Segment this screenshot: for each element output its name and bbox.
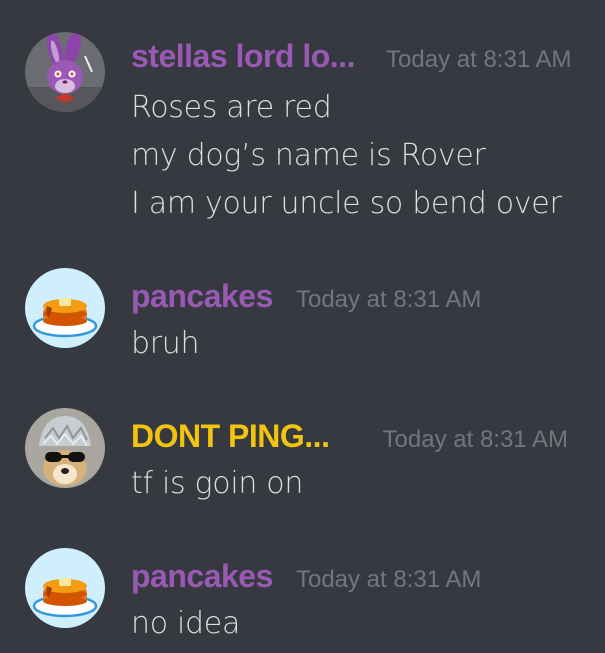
message-text: Roses are red (131, 90, 332, 125)
message-text: tf is goin on (131, 466, 304, 501)
message: pancakes Today at 8:31 AM bruh (0, 260, 605, 380)
timestamp: Today at 8:31 AM (386, 46, 572, 73)
message: stellas lord lo... Today at 8:31 AM Rose… (0, 0, 605, 240)
pancakes-avatar[interactable] (25, 268, 105, 348)
message-text: I am your uncle so bend over (131, 186, 562, 221)
message: pancakes Today at 8:31 AM no idea (0, 540, 605, 653)
purple-bunny-avatar[interactable] (25, 32, 105, 112)
pancakes-avatar[interactable] (25, 548, 105, 628)
dog-tinfoil-hat-avatar[interactable] (25, 408, 105, 488)
message: DONT PING... Today at 8:31 AM tf is goin… (0, 400, 605, 520)
username[interactable]: pancakes (131, 278, 273, 314)
message-text: bruh (131, 326, 200, 361)
timestamp: Today at 8:31 AM (382, 426, 568, 453)
username[interactable]: DONT PING... (131, 418, 330, 454)
chat-messages: stellas lord lo... Today at 8:31 AM Rose… (0, 0, 605, 653)
message-text: no idea (131, 606, 241, 641)
timestamp: Today at 8:31 AM (295, 566, 482, 593)
username[interactable]: pancakes (131, 558, 273, 594)
timestamp: Today at 8:31 AM (295, 286, 482, 313)
username[interactable]: stellas lord lo... (131, 38, 355, 74)
message-text: my dog’s name is Rover (131, 138, 486, 173)
